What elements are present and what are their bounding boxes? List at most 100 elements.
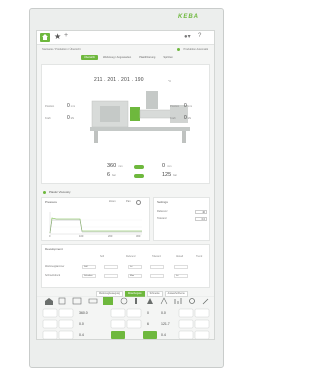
favorite-star-icon[interactable]: ★ — [54, 32, 61, 41]
top-bar: ★ + ●▾ ? — [37, 31, 214, 45]
home-icon[interactable] — [45, 298, 53, 305]
mold-status-pill — [134, 174, 144, 178]
keypad-mid-value-2: 6 — [147, 322, 149, 326]
right-position-value: 0 — [184, 103, 187, 109]
key-button[interactable] — [58, 330, 74, 339]
screen-icon[interactable] — [103, 297, 113, 305]
keypad-mid-value-1: 0 — [147, 311, 149, 315]
grid-icon[interactable] — [58, 297, 66, 305]
section-indicator-icon — [43, 190, 46, 194]
key-button-active[interactable] — [111, 331, 125, 339]
dev-cell[interactable]: Max — [128, 274, 142, 278]
left-force-label: Kraft — [45, 116, 51, 120]
dev-cell[interactable]: Ist — [174, 274, 188, 278]
setting-tolerance-input[interactable]: 0.0 — [195, 217, 207, 221]
right-position-label: Position — [170, 104, 180, 108]
key-button[interactable] — [58, 308, 74, 318]
key-button[interactable] — [126, 319, 142, 329]
key-button[interactable] — [194, 330, 210, 339]
key-button[interactable] — [42, 319, 58, 329]
dev-cell[interactable] — [104, 265, 118, 269]
key-button-active[interactable] — [143, 331, 157, 339]
left-position-row: Position 0 mm — [45, 103, 75, 109]
setting-reference-row: Referenz 40 — [157, 210, 207, 214]
settings-card: Settings Referenz 40 Toleranz 0.0 — [153, 197, 210, 241]
help-icon[interactable]: ? — [198, 33, 201, 39]
keypad-right-value-3: 0.4 — [161, 333, 166, 337]
robot-icon[interactable] — [120, 297, 128, 305]
keypad-left-value-3: 0.4 — [79, 333, 84, 337]
keypad-right-value-1: 0.0 — [161, 311, 166, 315]
clamp-stroke-readout: 0 mm — [162, 163, 171, 169]
key-button[interactable] — [194, 308, 210, 318]
right-force-label: Kraft — [170, 116, 176, 120]
key-button[interactable] — [110, 308, 126, 318]
key-button[interactable] — [178, 308, 194, 318]
row-label-melt-pressure: Schmelzdruck — [45, 274, 61, 277]
dev-cell[interactable] — [150, 265, 164, 269]
breadcrumb[interactable]: Startseite / Produktion / Übersicht — [42, 48, 81, 51]
left-force-unit: kN — [70, 116, 74, 120]
clamp-stroke-value: 0 — [162, 163, 166, 169]
heat-icon[interactable] — [160, 297, 168, 305]
home-button[interactable] — [40, 33, 50, 42]
setting-reference-input[interactable]: 40 — [195, 210, 207, 214]
add-icon[interactable]: + — [64, 32, 68, 39]
key-button[interactable] — [42, 308, 58, 318]
nozzle-icon[interactable] — [88, 298, 98, 304]
key-button[interactable] — [110, 319, 126, 329]
machine-overview-panel: 211 . 201 . 201 . 190 °C Position 0 mm K… — [41, 64, 210, 184]
x-tick-200: 200 — [108, 235, 113, 238]
left-force-value: 0 — [67, 115, 70, 121]
ejector-icon[interactable] — [147, 298, 153, 304]
x-tick-300: 300 — [136, 235, 141, 238]
key-button[interactable] — [58, 319, 74, 329]
mold-pressure-value: 6 — [107, 172, 111, 178]
thermo-icon[interactable] — [135, 298, 137, 304]
viscosity-title: Plastic Viscosity — [49, 190, 71, 194]
chart-icon[interactable] — [174, 298, 182, 304]
dev-cell[interactable] — [174, 265, 188, 269]
left-force-row: Kraft 0 kN — [45, 115, 74, 121]
dev-cell[interactable]: Schalten — [82, 274, 96, 278]
left-position-label: Position — [45, 104, 55, 108]
gear-icon[interactable] — [189, 298, 195, 304]
key-button[interactable] — [42, 330, 58, 339]
sub-bar: Startseite / Produktion / Übersicht Prod… — [37, 45, 214, 54]
x-tick-0: 0 — [49, 235, 51, 238]
tab-mold[interactable]: Werkzeug / Angussarten — [100, 55, 134, 60]
settings-title: Settings — [157, 200, 168, 204]
status-indicator-icon — [177, 48, 180, 51]
right-position-row: Position 0 mm — [170, 103, 192, 109]
keypad-left-value-2: 0.0 — [79, 322, 84, 326]
key-button[interactable] — [178, 319, 194, 329]
row-label-cavity: Werkzeugkammer — [45, 265, 65, 268]
dev-cell[interactable] — [104, 274, 118, 278]
tool-icon[interactable] — [202, 298, 209, 305]
dev-cell[interactable]: Soll — [82, 265, 96, 269]
right-force-value: 0 — [184, 115, 187, 121]
setting-tolerance-row: Toleranz 0.0 — [157, 217, 207, 221]
setting-reference-label: Referenz — [157, 210, 168, 214]
dev-cell[interactable]: Ist — [128, 265, 142, 269]
page-tabs: Übersicht Werkzeug / Angussarten Plastif… — [81, 55, 176, 60]
machine-status: Produktion Automatik — [183, 48, 208, 51]
key-button[interactable] — [126, 308, 142, 318]
key-button[interactable] — [194, 319, 210, 329]
right-force-unit: kN — [187, 116, 191, 120]
key-button[interactable] — [178, 330, 194, 339]
tab-overview[interactable]: Übersicht — [81, 55, 98, 60]
left-position-value: 0 — [67, 103, 70, 109]
col-head-trend: Trend — [196, 255, 203, 258]
brand-logo: KEBA — [178, 14, 200, 20]
user-icon[interactable]: ●▾ — [184, 33, 191, 40]
clamp-stroke-unit: mm — [167, 165, 172, 168]
tab-injection[interactable]: Spritzen — [160, 55, 176, 60]
development-card: Development Soll Referenz Toleranz Aktue… — [41, 244, 210, 288]
tab-plasticizing[interactable]: Plastifizierung — [136, 55, 158, 60]
right-position-unit: mm — [187, 104, 193, 108]
dev-cell[interactable] — [150, 274, 164, 278]
injection-status-pill — [134, 165, 144, 169]
mold-icon[interactable] — [72, 297, 82, 305]
mold-pressure-readout: 6 bar — [107, 172, 116, 178]
